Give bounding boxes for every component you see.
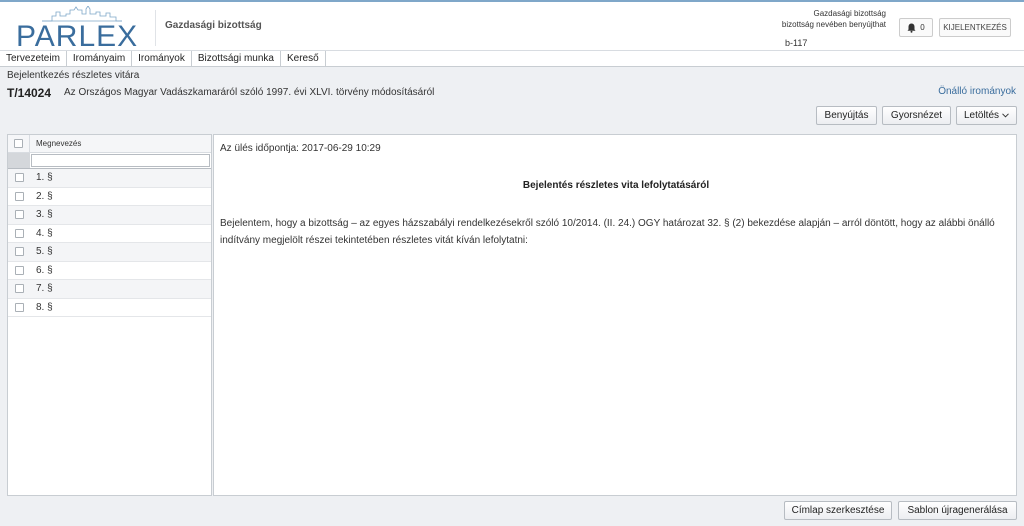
menu-item-committee-work[interactable]: Bizottsági munka: [192, 51, 281, 66]
app-header: PARLEX Gazdasági bizottság Gazdasági biz…: [0, 0, 1024, 53]
row-label: 3. §: [36, 209, 53, 221]
table-row[interactable]: 3. §: [8, 206, 211, 225]
preview-button[interactable]: Gyorsnézet: [882, 106, 951, 125]
row-label: 1. §: [36, 172, 53, 184]
row-checkbox[interactable]: [14, 265, 24, 275]
logout-button[interactable]: KIJELENTKEZÉS: [939, 18, 1011, 37]
user-name: Gazdasági bizottság: [813, 9, 887, 18]
section-list-header: Megnevezés: [8, 134, 211, 153]
menu-item-documents[interactable]: Irományok: [132, 51, 192, 66]
section-filter-row: [8, 153, 211, 169]
document-type-link[interactable]: Önálló irományok: [938, 86, 1016, 97]
breadcrumb: Bejelentkezés részletes vitára: [7, 70, 140, 81]
menu-item-search[interactable]: Kereső: [281, 51, 326, 66]
row-checkbox[interactable]: [14, 247, 24, 257]
download-dropdown[interactable]: Letöltés: [956, 106, 1017, 125]
row-label: 2. §: [36, 190, 53, 202]
logo-text: PARLEX: [16, 20, 139, 53]
table-row[interactable]: 6. §: [8, 262, 211, 280]
committee-name: Gazdasági bizottság: [165, 20, 262, 31]
row-checkbox[interactable]: [14, 302, 24, 312]
row-label: 6. §: [36, 264, 53, 276]
user-role: bizottság nevében benyújthat: [781, 20, 886, 29]
table-row[interactable]: 7. §: [8, 280, 211, 299]
user-info: Gazdasági bizottság bizottság nevében be…: [782, 8, 886, 30]
section-list-panel: Megnevezés 1. § 2. § 3. § 4. § 5. § 6. §…: [7, 134, 212, 496]
row-checkbox[interactable]: [14, 173, 24, 183]
select-all-checkbox[interactable]: [14, 139, 23, 148]
section-rows: 1. § 2. § 3. § 4. § 5. § 6. § 7. § 8. §: [8, 169, 211, 317]
document-heading: Bejelentés részletes vita lefolytatásáró…: [522, 180, 710, 191]
document-preview-panel: Az ülés időpontja: 2017-06-29 10:29 Beje…: [213, 134, 1017, 496]
row-label: 4. §: [36, 227, 53, 239]
meeting-time: Az ülés időpontja: 2017-06-29 10:29: [220, 143, 381, 154]
row-label: 7. §: [36, 283, 53, 295]
main-menu: Tervezeteim Irományaim Irományok Bizotts…: [0, 51, 1024, 67]
menu-item-my-documents[interactable]: Irományaim: [67, 51, 133, 66]
header-divider: [155, 10, 156, 46]
table-row[interactable]: 2. §: [8, 188, 211, 206]
download-label: Letöltés: [963, 110, 1000, 121]
table-row[interactable]: 1. §: [8, 169, 211, 188]
row-label: 8. §: [36, 301, 53, 313]
filter-spacer: [8, 153, 30, 168]
row-checkbox[interactable]: [14, 210, 24, 220]
document-body: Bejelentem, hogy a bizottság – az egyes …: [220, 218, 995, 246]
table-row[interactable]: 5. §: [8, 243, 211, 262]
notifications-button[interactable]: 0: [899, 18, 933, 37]
column-header-name: Megnevezés: [36, 139, 82, 148]
row-checkbox[interactable]: [14, 228, 24, 238]
document-title: Az Országos Magyar Vadászkamaráról szóló…: [64, 87, 435, 98]
row-label: 5. §: [36, 246, 53, 258]
row-checkbox[interactable]: [14, 284, 24, 294]
select-all-cell: [8, 134, 30, 153]
section-filter-input[interactable]: [31, 154, 210, 167]
chevron-down-icon: [1002, 113, 1009, 118]
submit-button[interactable]: Benyújtás: [816, 106, 877, 125]
user-id: b-117: [785, 38, 808, 48]
regenerate-template-button[interactable]: Sablon újragenerálása: [898, 501, 1017, 520]
row-checkbox[interactable]: [14, 191, 24, 201]
bell-icon: [907, 23, 916, 33]
edit-cover-button[interactable]: Címlap szerkesztése: [784, 501, 892, 520]
parlex-logo[interactable]: PARLEX: [16, 6, 146, 53]
table-row[interactable]: 4. §: [8, 225, 211, 243]
table-row[interactable]: 8. §: [8, 299, 211, 317]
notification-count: 0: [920, 23, 925, 32]
menu-item-drafts[interactable]: Tervezeteim: [0, 51, 67, 66]
document-id: T/14024: [7, 86, 52, 100]
